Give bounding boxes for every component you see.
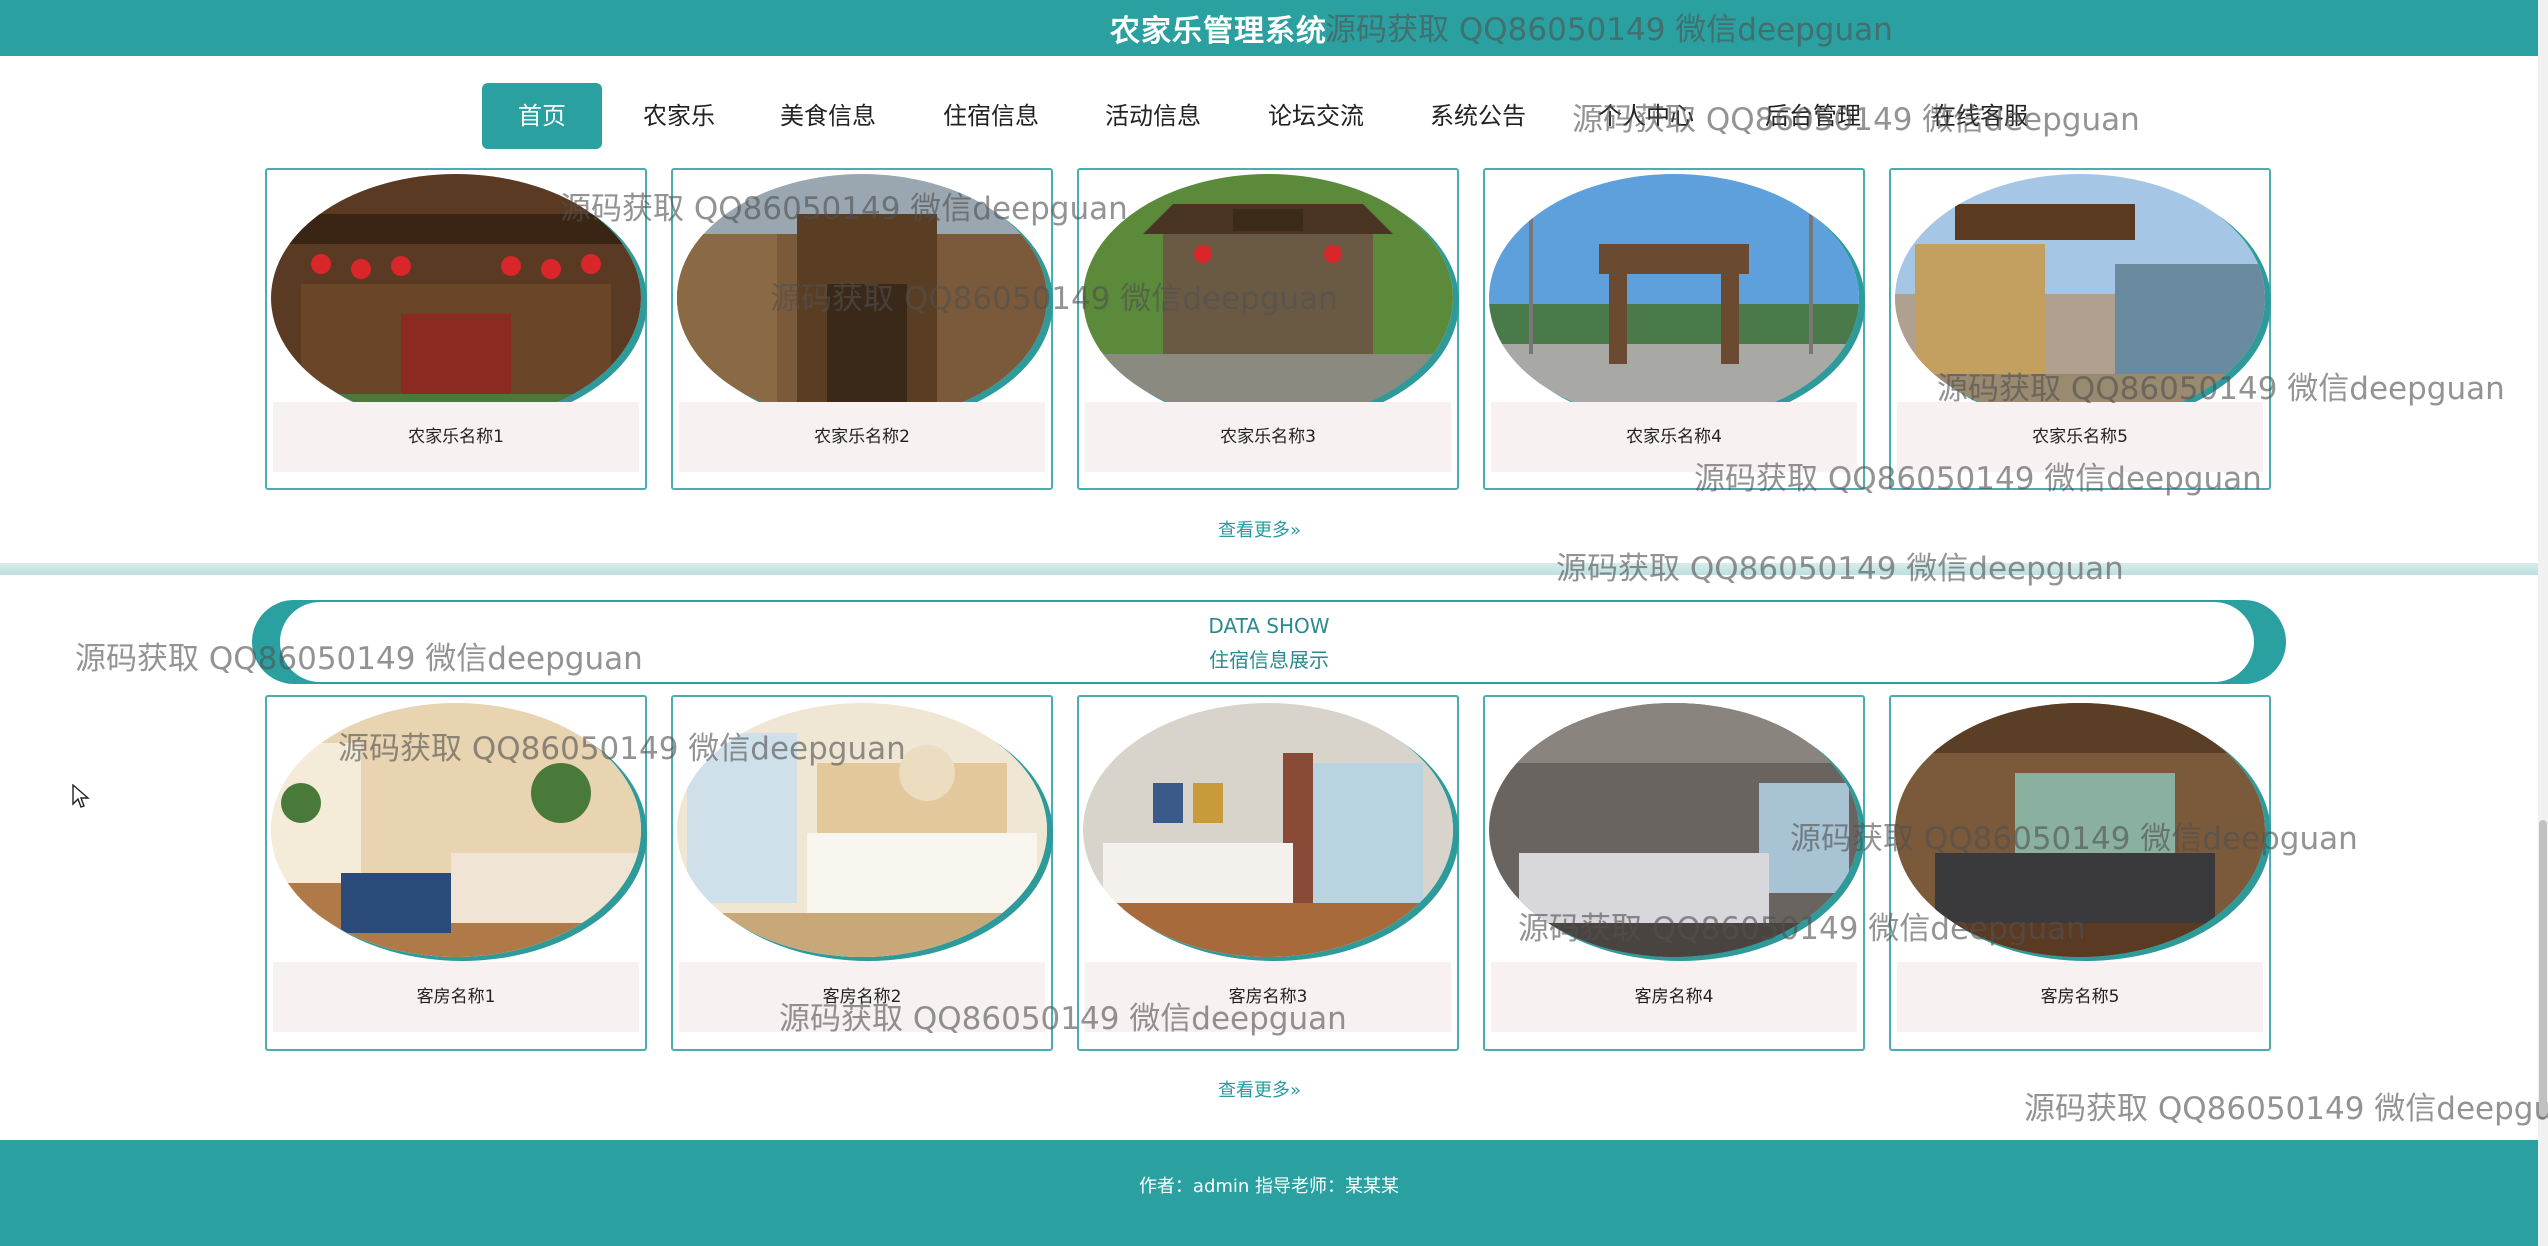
farm-card[interactable]: 农家乐名称4 (1483, 168, 1865, 490)
top-header-bar: 农家乐管理系统 (0, 0, 2538, 56)
scrollbar-track[interactable] (2538, 0, 2548, 1246)
farm-photo (1895, 174, 2265, 422)
scrollbar-thumb[interactable] (2539, 820, 2547, 1120)
farm-photo-image (271, 174, 641, 422)
farm-card-name: 农家乐名称5 (1897, 402, 2263, 472)
farm-photo-image (677, 174, 1047, 422)
farm-card[interactable]: 农家乐名称5 (1889, 168, 2271, 490)
farm-photo-image (1895, 174, 2265, 422)
nav-item-service[interactable]: 在线客服 (1932, 83, 2028, 149)
room-photo-image (677, 703, 1047, 957)
section-divider (0, 563, 2538, 575)
mouse-cursor-icon (72, 784, 90, 808)
farm-photo (1489, 174, 1859, 422)
nav-item-farm[interactable]: 农家乐 (643, 83, 715, 149)
farm-photo-image (1489, 174, 1859, 422)
farm-photo (1083, 174, 1453, 422)
room-photo-image (1895, 703, 2265, 957)
room-card-name: 客房名称5 (1897, 962, 2263, 1032)
lodging-section-banner: DATA SHOW 住宿信息展示 (252, 600, 2286, 684)
room-photo (677, 703, 1047, 957)
room-card[interactable]: 客房名称2 (671, 695, 1053, 1051)
nav-item-admin[interactable]: 后台管理 (1765, 83, 1861, 149)
farm-card[interactable]: 农家乐名称3 (1077, 168, 1459, 490)
lodging-more-link[interactable]: 查看更多» (1218, 1076, 1301, 1102)
room-card[interactable]: 客房名称3 (1077, 695, 1459, 1051)
nav-item-food[interactable]: 美食信息 (780, 83, 876, 149)
watermark: 源码获取 QQ86050149 微信deepguan (2024, 1091, 2548, 1127)
farm-photo (271, 174, 641, 422)
room-photo-image (1489, 703, 1859, 957)
footer-credits: 作者：admin 指导老师：某某某 (1138, 1176, 1400, 1197)
farm-card-name: 农家乐名称2 (679, 402, 1045, 472)
nav-item-notice[interactable]: 系统公告 (1430, 83, 1526, 149)
room-card[interactable]: 客房名称4 (1483, 695, 1865, 1051)
room-card-name: 客房名称4 (1491, 962, 1857, 1032)
nav-item-profile[interactable]: 个人中心 (1598, 83, 1694, 149)
room-photo-image (271, 703, 641, 957)
room-photo (1895, 703, 2265, 957)
nav-item-lodging[interactable]: 住宿信息 (943, 83, 1039, 149)
room-card-name: 客房名称3 (1085, 962, 1451, 1032)
farm-card-name: 农家乐名称4 (1491, 402, 1857, 472)
room-card-name: 客房名称2 (679, 962, 1045, 1032)
room-card-name: 客房名称1 (273, 962, 639, 1032)
farm-photo (677, 174, 1047, 422)
banner-subtitle: DATA SHOW (1208, 614, 1330, 638)
nav-item-forum[interactable]: 论坛交流 (1268, 83, 1364, 149)
nav-item-home[interactable]: 首页 (482, 83, 602, 149)
farm-more-link[interactable]: 查看更多» (1218, 516, 1301, 542)
farm-photo-image (1083, 174, 1453, 422)
farm-card-name: 农家乐名称3 (1085, 402, 1451, 472)
room-photo (1489, 703, 1859, 957)
farm-card[interactable]: 农家乐名称2 (671, 168, 1053, 490)
footer: 作者：admin 指导老师：某某某 (0, 1140, 2538, 1246)
nav-item-activities[interactable]: 活动信息 (1105, 83, 1201, 149)
farm-card[interactable]: 农家乐名称1 (265, 168, 647, 490)
room-card[interactable]: 客房名称5 (1889, 695, 2271, 1051)
room-photo-image (1083, 703, 1453, 957)
room-card[interactable]: 客房名称1 (265, 695, 647, 1051)
banner-title: 住宿信息展示 (1209, 648, 1329, 672)
main-nav: 首页 农家乐 美食信息 住宿信息 活动信息 论坛交流 系统公告 个人中心 后台管… (0, 56, 2538, 181)
room-photo (271, 703, 641, 957)
room-photo (1083, 703, 1453, 957)
site-title: 农家乐管理系统 (1110, 14, 1327, 49)
farm-card-name: 农家乐名称1 (273, 402, 639, 472)
